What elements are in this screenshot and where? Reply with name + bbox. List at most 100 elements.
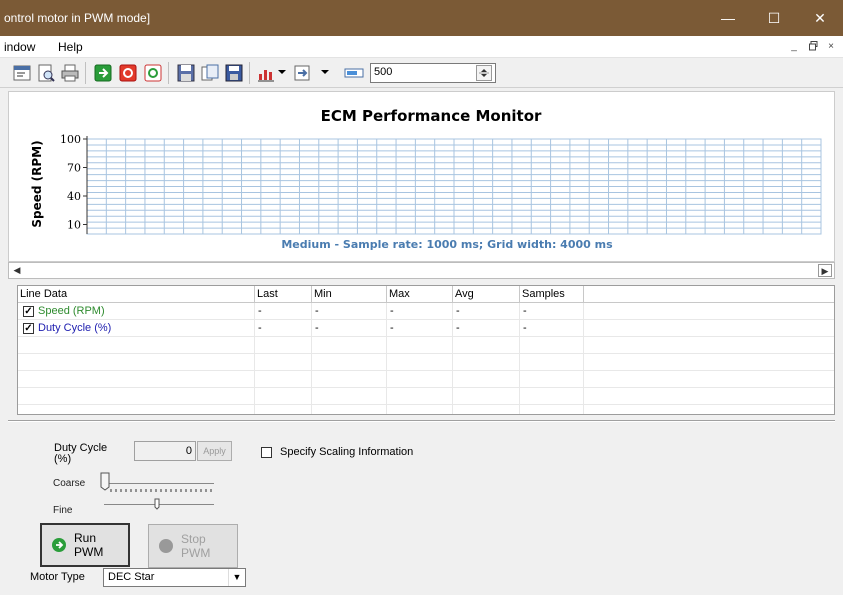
- y-tick-label: 40: [67, 190, 81, 203]
- y-axis-ticks: 100 70 40 10: [60, 133, 88, 234]
- table-row: [18, 405, 834, 414]
- column-header-samples[interactable]: Samples: [520, 286, 584, 303]
- cell-line-data: [18, 371, 255, 388]
- coarse-label: Coarse: [53, 478, 86, 489]
- cell-max: [387, 354, 453, 371]
- fine-slider[interactable]: [100, 495, 220, 513]
- chart-footer: Medium - Sample rate: 1000 ms; Grid widt…: [281, 238, 613, 251]
- capture-button[interactable]: [142, 62, 164, 84]
- y-axis-label: Speed (RPM): [30, 140, 44, 227]
- apply-button[interactable]: Apply: [197, 441, 232, 461]
- save-button[interactable]: [175, 62, 197, 84]
- copy-button[interactable]: [199, 62, 221, 84]
- mdi-minimize-button[interactable]: _: [788, 41, 800, 53]
- series-checkbox[interactable]: ✓: [23, 323, 34, 334]
- cell-max: [387, 388, 453, 405]
- cell-line-data: ✓ Duty Cycle (%): [18, 320, 255, 337]
- scroll-left-icon[interactable]: ◀: [10, 264, 24, 277]
- cell-filler: [584, 405, 834, 414]
- toolbar-separator: [168, 62, 169, 84]
- table-header: Line Data Last Min Max Avg Samples: [18, 286, 834, 303]
- table-row: [18, 388, 834, 405]
- zoom-bar-button[interactable]: [343, 62, 365, 84]
- chevron-down-icon[interactable]: [321, 68, 329, 76]
- cell-last: [255, 388, 312, 405]
- cell-line-data: [18, 388, 255, 405]
- export-button[interactable]: [291, 62, 313, 84]
- mdi-restore-button[interactable]: [808, 41, 820, 53]
- run-pwm-button[interactable]: Run PWM: [40, 523, 130, 567]
- scaling-label: Specify Scaling Information: [280, 446, 414, 458]
- chevron-down-icon[interactable]: [278, 68, 286, 76]
- cell-max: -: [387, 303, 453, 320]
- y-tick-label: 10: [67, 219, 81, 232]
- control-panel: Duty Cycle (%) 0 Apply Specify Scaling I…: [8, 423, 835, 595]
- sample-count-stepper[interactable]: [476, 65, 492, 81]
- column-header-max[interactable]: Max: [387, 286, 453, 303]
- table-row[interactable]: ✓ Speed (RPM) - - - - -: [18, 303, 834, 320]
- column-header-avg[interactable]: Avg: [453, 286, 520, 303]
- menu-help[interactable]: Help: [58, 40, 83, 54]
- stop-icon: [119, 64, 137, 82]
- print-preview-icon: [38, 64, 55, 82]
- print-button[interactable]: [59, 62, 81, 84]
- cell-filler: [584, 320, 834, 337]
- coarse-slider[interactable]: [100, 468, 220, 496]
- fine-slider-thumb: [154, 498, 160, 510]
- cell-samples: [520, 371, 584, 388]
- cell-filler: [584, 371, 834, 388]
- cell-samples: [520, 405, 584, 414]
- maximize-button[interactable]: ☐: [751, 0, 797, 36]
- motor-type-label: Motor Type: [30, 571, 85, 583]
- cell-line-data: [18, 405, 255, 414]
- column-header-min[interactable]: Min: [312, 286, 387, 303]
- stop-button[interactable]: [117, 62, 139, 84]
- cell-avg: [453, 405, 520, 414]
- cell-max: [387, 405, 453, 414]
- print-preview-button[interactable]: [35, 62, 57, 84]
- save-disk-button[interactable]: [223, 62, 245, 84]
- close-icon: ✕: [814, 9, 826, 26]
- series-checkbox[interactable]: ✓: [23, 306, 34, 317]
- panel-divider: [8, 420, 835, 422]
- close-button[interactable]: ✕: [797, 0, 843, 36]
- menu-window[interactable]: indow: [4, 40, 35, 54]
- toolbar-separator: [249, 62, 250, 84]
- properties-icon: [13, 65, 31, 81]
- capture-icon: [144, 64, 162, 82]
- chart-scrollbar[interactable]: ◀ ▶: [8, 262, 835, 279]
- chart-type-button[interactable]: [255, 62, 277, 84]
- cell-filler: [584, 303, 834, 320]
- mdi-close-button[interactable]: ×: [825, 41, 837, 53]
- table-row: [18, 371, 834, 388]
- cell-max: [387, 337, 453, 354]
- scroll-right-icon[interactable]: ▶: [818, 264, 832, 277]
- menu-bar: indow Help _ ×: [0, 36, 843, 58]
- cell-avg: [453, 371, 520, 388]
- cell-avg: -: [453, 303, 520, 320]
- duty-cycle-input[interactable]: 0: [134, 441, 196, 461]
- column-header-line-data[interactable]: Line Data: [18, 286, 255, 303]
- table-row: [18, 354, 834, 371]
- column-header-last[interactable]: Last: [255, 286, 312, 303]
- motor-type-select[interactable]: DEC Star ▼: [103, 568, 246, 587]
- stop-icon: [159, 539, 173, 553]
- title-bar: ontrol motor in PWM mode] — ☐ ✕: [0, 0, 843, 36]
- minimize-button[interactable]: —: [705, 0, 751, 36]
- cell-line-data: [18, 337, 255, 354]
- cell-samples: -: [520, 320, 584, 337]
- line-data-table: Line Data Last Min Max Avg Samples ✓ Spee…: [17, 285, 835, 415]
- cell-filler: [584, 337, 834, 354]
- properties-button[interactable]: [11, 62, 33, 84]
- zoom-bar-icon: [344, 68, 364, 78]
- chevron-down-icon[interactable]: ▼: [228, 569, 245, 586]
- chart-panel: ECM Performance Monitor Speed (RPM) 100 7…: [8, 91, 835, 262]
- table-row[interactable]: ✓ Duty Cycle (%) - - - - -: [18, 320, 834, 337]
- cell-avg: -: [453, 320, 520, 337]
- print-icon: [61, 64, 79, 82]
- scaling-checkbox[interactable]: [261, 447, 272, 458]
- cell-samples: -: [520, 303, 584, 320]
- stop-pwm-button[interactable]: Stop PWM: [148, 524, 238, 568]
- cell-min: [312, 337, 387, 354]
- start-button[interactable]: [92, 62, 114, 84]
